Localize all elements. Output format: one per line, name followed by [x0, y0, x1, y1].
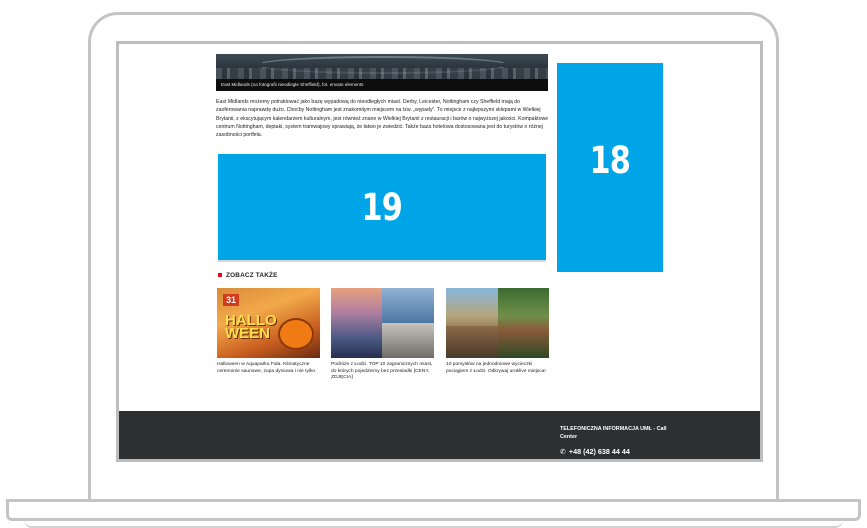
laptop-base-foot — [24, 520, 843, 528]
related-card-thumbnail[interactable] — [331, 288, 434, 358]
phone-icon: ✆ — [560, 448, 566, 456]
related-card-caption[interactable]: Podróże z Łodzi. TOP 10 zagranicznych mi… — [331, 362, 434, 382]
footer-callcenter-label: TELEFONICZNA INFORMACJA UMŁ - Call Cente… — [560, 426, 667, 440]
pumpkin-icon — [278, 318, 314, 350]
related-title-text: ZOBACZ TAKŻE — [226, 271, 278, 279]
thumb-badge: 31 — [223, 294, 240, 306]
ad-banner-side[interactable]: 18 — [557, 63, 663, 272]
thumb-panel-top — [382, 288, 434, 323]
related-card-thumbnail[interactable]: 31 HALLO WEEN — [217, 288, 320, 358]
thumb-panel-bottom — [382, 323, 434, 358]
related-card-thumbnail[interactable] — [446, 288, 549, 358]
hero-caption: East Midlands (na fotografii nieodległe … — [216, 79, 548, 91]
article-text: East Midlands możemy potraktować jako ba… — [216, 99, 549, 139]
site-footer: TELEFONICZNA INFORMACJA UMŁ - Call Cente… — [119, 411, 760, 459]
hero-image: East Midlands (na fotografii nieodległe … — [216, 54, 548, 91]
laptop-base — [6, 499, 861, 521]
thumb-panel-left — [446, 326, 498, 358]
related-card[interactable]: 31 HALLO WEEN Halloween w Aquaparku Fala… — [217, 288, 320, 375]
ad-banner-side-label: 18 — [589, 139, 631, 182]
thumb-panel-right — [498, 288, 549, 358]
footer-phone[interactable]: ✆ +48 (42) 638 44 44 — [560, 447, 630, 456]
related-card-caption[interactable]: Halloween w Aquaparku Fala. Klimatyczne … — [217, 362, 320, 375]
related-card-caption[interactable]: 10 pomysłów na jednodniowe wycieczki poc… — [446, 362, 549, 375]
ad-banner-main-label: 19 — [361, 185, 403, 229]
related-card[interactable]: Podróże z Łodzi. TOP 10 zagranicznych mi… — [331, 288, 434, 382]
related-card[interactable]: 10 pomysłów na jednodniowe wycieczki poc… — [446, 288, 549, 375]
footer-phone-number[interactable]: +48 (42) 638 44 44 — [569, 447, 630, 456]
section-marker-icon — [218, 273, 222, 277]
related-section-title: ZOBACZ TAKŻE — [218, 270, 278, 280]
ad-banner-main[interactable]: 19 — [218, 154, 546, 262]
laptop-screen: East Midlands (na fotografii nieodległe … — [116, 41, 763, 462]
